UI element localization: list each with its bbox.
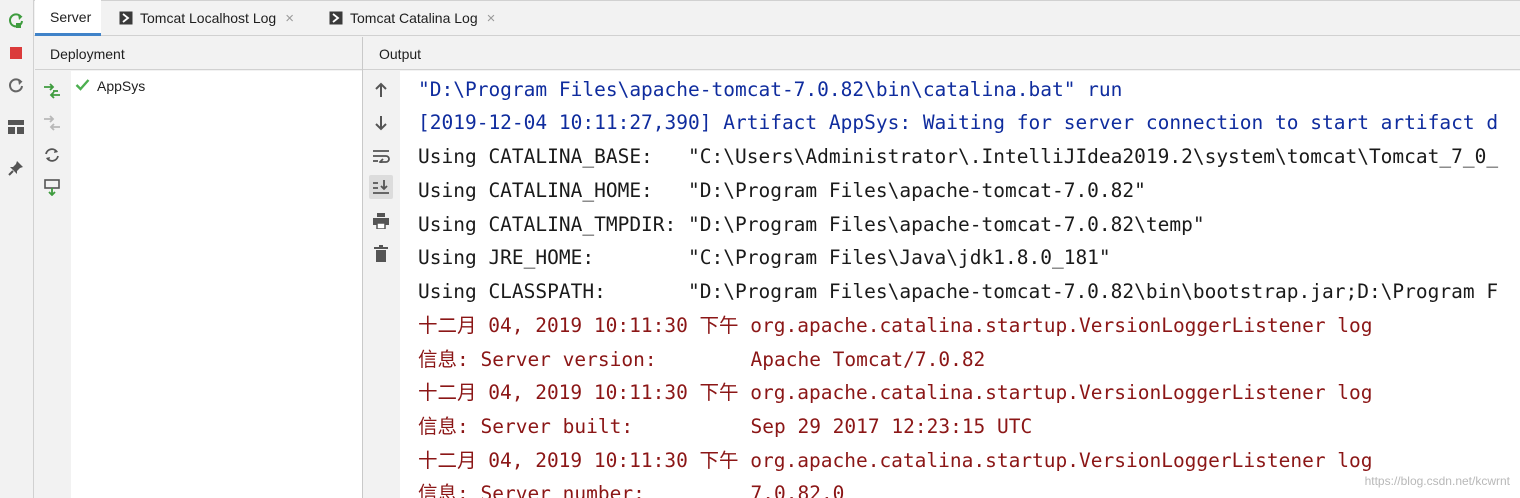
stop-icon[interactable]: [5, 42, 27, 64]
output-title: Output: [379, 46, 422, 62]
scroll-down-icon[interactable]: [369, 111, 393, 135]
tab-label: Tomcat Localhost Log: [140, 10, 277, 26]
console-line: Using JRE_HOME: "C:\Program Files\Java\j…: [418, 246, 1111, 269]
deployment-header: Deployment: [35, 37, 362, 70]
soft-wrap-icon[interactable]: [369, 144, 393, 168]
update-icon[interactable]: [5, 74, 27, 96]
deployment-toolbar: [35, 71, 71, 498]
clear-icon[interactable]: [369, 241, 393, 265]
console-line: Using CLASSPATH: "D:\Program Files\apach…: [418, 280, 1499, 303]
redeploy-icon[interactable]: [41, 144, 63, 166]
console-icon: [329, 11, 343, 25]
console-line: "D:\Program Files\apache-tomcat-7.0.82\b…: [418, 78, 1123, 101]
close-icon[interactable]: ×: [285, 10, 294, 27]
deployment-list: AppSys: [71, 71, 362, 498]
scroll-up-icon[interactable]: [369, 78, 393, 102]
rerun-icon[interactable]: [5, 9, 27, 31]
tab-label: Tomcat Catalina Log: [350, 10, 478, 26]
deployment-title: Deployment: [50, 46, 125, 62]
scroll-to-end-icon[interactable]: [369, 175, 393, 199]
artifact-label: AppSys: [97, 78, 146, 94]
console-line: Using CATALINA_TMPDIR: "D:\Program Files…: [418, 213, 1205, 236]
console-line: 信息: Server built: Sep 29 2017 12:23:15 U…: [418, 415, 1033, 438]
deploy-all-icon[interactable]: [41, 80, 63, 102]
undeploy-icon[interactable]: [41, 112, 63, 134]
watermark: https://blog.csdn.net/kcwrnt: [1364, 474, 1510, 488]
print-icon[interactable]: [369, 209, 393, 233]
console-line: 信息: Server version: Apache Tomcat/7.0.82: [418, 348, 986, 371]
console-output[interactable]: "D:\Program Files\apache-tomcat-7.0.82\b…: [400, 71, 1520, 498]
output-header: Output: [363, 37, 1520, 70]
output-toolbar: [363, 71, 400, 498]
left-toolbar: [0, 0, 34, 498]
console-line: Using CATALINA_HOME: "D:\Program Files\a…: [418, 179, 1146, 202]
console-line: 十二月 04, 2019 10:11:30 下午 org.apache.cata…: [418, 314, 1373, 337]
console-line: Using CATALINA_BASE: "C:\Users\Administr…: [418, 145, 1499, 168]
layout-icon[interactable]: [5, 116, 27, 138]
console-icon: [119, 11, 133, 25]
pin-icon[interactable]: [5, 157, 27, 179]
tab-label: Server: [50, 8, 92, 25]
tab-server[interactable]: Server: [35, 0, 101, 36]
console-line: [2019-12-04 10:11:27,390] Artifact AppSy…: [418, 111, 1499, 134]
close-icon[interactable]: ×: [487, 10, 496, 27]
check-icon: [75, 78, 90, 94]
console-line: 十二月 04, 2019 10:11:30 下午 org.apache.cata…: [418, 449, 1373, 472]
console-line: 十二月 04, 2019 10:11:30 下午 org.apache.cata…: [418, 381, 1373, 404]
list-item[interactable]: AppSys: [75, 76, 145, 96]
tab-tomcat-catalina-log[interactable]: Tomcat Catalina Log ×: [329, 0, 495, 36]
console-line: 信息: Server number: 7.0.82.0: [418, 482, 845, 498]
tab-tomcat-localhost-log[interactable]: Tomcat Localhost Log ×: [119, 0, 294, 36]
deploy-settings-icon[interactable]: [41, 176, 63, 198]
